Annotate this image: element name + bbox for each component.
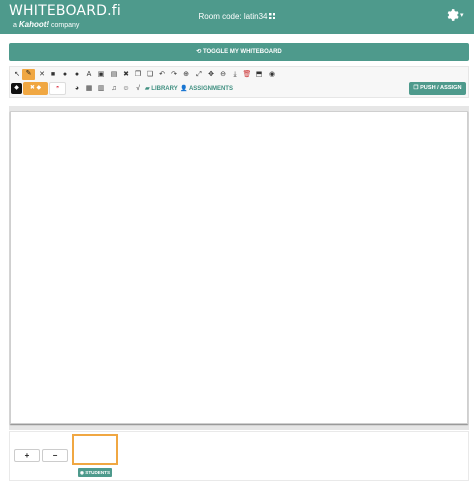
move-icon[interactable]: ✥ (206, 70, 216, 80)
fill-icon[interactable]: ◕ (72, 84, 82, 94)
qr-grid-icon[interactable] (269, 13, 276, 19)
grid-icon[interactable]: ▦ (84, 84, 94, 94)
kahoot-brand: Kahoot! (18, 20, 50, 29)
download-icon[interactable]: ⤓ (230, 70, 240, 80)
table-icon[interactable]: ▥ (96, 84, 106, 94)
image-icon[interactable]: ▣ (96, 70, 106, 80)
page-thumbnail[interactable] (72, 434, 118, 465)
lock-icon[interactable]: ⬒ (254, 70, 264, 80)
line-width-button[interactable]: ✖ ◆ (23, 82, 48, 95)
undo-icon[interactable]: ↶ (157, 70, 167, 80)
emoji-icon[interactable]: ☺ (121, 84, 131, 94)
gear-icon (447, 9, 459, 21)
text-icon[interactable]: A (84, 70, 94, 80)
refresh-icon: ⟲ (196, 49, 203, 55)
zoom-out-icon[interactable]: ⊖ (218, 70, 228, 80)
eraser-button[interactable]: ◓ (49, 82, 66, 95)
add-page-button[interactable]: + (14, 449, 40, 462)
math-icon[interactable]: √ (133, 84, 143, 94)
pen-icon[interactable]: ✎ (22, 69, 35, 80)
square-icon[interactable]: ■ (48, 70, 58, 80)
zoom-in-icon[interactable]: ⊕ (181, 70, 191, 80)
students-button[interactable]: ◉ STUDENTS (78, 468, 112, 477)
top-bar: WHITEBOARD.fi a Kahoot! company Room cod… (0, 0, 474, 34)
settings-button[interactable]: ▾ (445, 8, 465, 24)
color-picker-button[interactable]: ◆ (11, 83, 22, 94)
filled-circle-icon[interactable]: ● (72, 70, 82, 80)
eye-icon[interactable]: ◉ (267, 70, 277, 80)
trash-icon[interactable]: 🗑 (242, 70, 252, 80)
page-bar: + − ◉ STUDENTS (9, 431, 469, 481)
eraser-icon: ◓ (55, 85, 60, 91)
copy-icon[interactable]: ❐ (133, 70, 143, 80)
chevron-down-icon: ▾ (460, 12, 464, 19)
circle-icon[interactable]: ● (60, 70, 70, 80)
droplet-icon: ◆ (14, 85, 19, 91)
user-check-icon: 👤 (180, 86, 188, 92)
remove-page-button[interactable]: − (42, 449, 68, 462)
library-button[interactable]: ▰ LIBRARY (145, 84, 178, 94)
width-icon: ✖ ◆ (29, 85, 42, 91)
expand-icon[interactable]: ⤢ (194, 70, 204, 80)
room-code: Room code: latin34 (0, 12, 474, 21)
assignments-button[interactable]: 👤 ASSIGNMENTS (180, 84, 233, 94)
cross-icon[interactable]: ✕ (37, 70, 47, 80)
logo-subtitle: a Kahoot! company (13, 20, 80, 29)
drawing-toolbar: ↖ ✎ ✕ ■ ● ● A ▣ ▤ ✖ ❐ ❏ ↶ ↷ ⊕ ⤢ ✥ ⊖ ⤓ 🗑 … (9, 66, 469, 98)
pointer-icon[interactable]: ↖ (12, 70, 22, 80)
paste-icon[interactable]: ❏ (145, 70, 155, 80)
canvas-frame (9, 106, 469, 430)
delete-x-icon[interactable]: ✖ (121, 70, 131, 80)
file-icon[interactable]: ▤ (109, 70, 119, 80)
folder-icon: ▰ (145, 86, 150, 92)
redo-icon[interactable]: ↷ (169, 70, 179, 80)
whiteboard-canvas[interactable] (10, 111, 468, 424)
music-icon[interactable]: ♫ (109, 84, 119, 94)
push-assign-button[interactable]: ❐ PUSH / ASSIGN (409, 82, 466, 95)
toggle-whiteboard-button[interactable]: ⟲ TOGGLE MY WHITEBOARD (9, 43, 469, 61)
